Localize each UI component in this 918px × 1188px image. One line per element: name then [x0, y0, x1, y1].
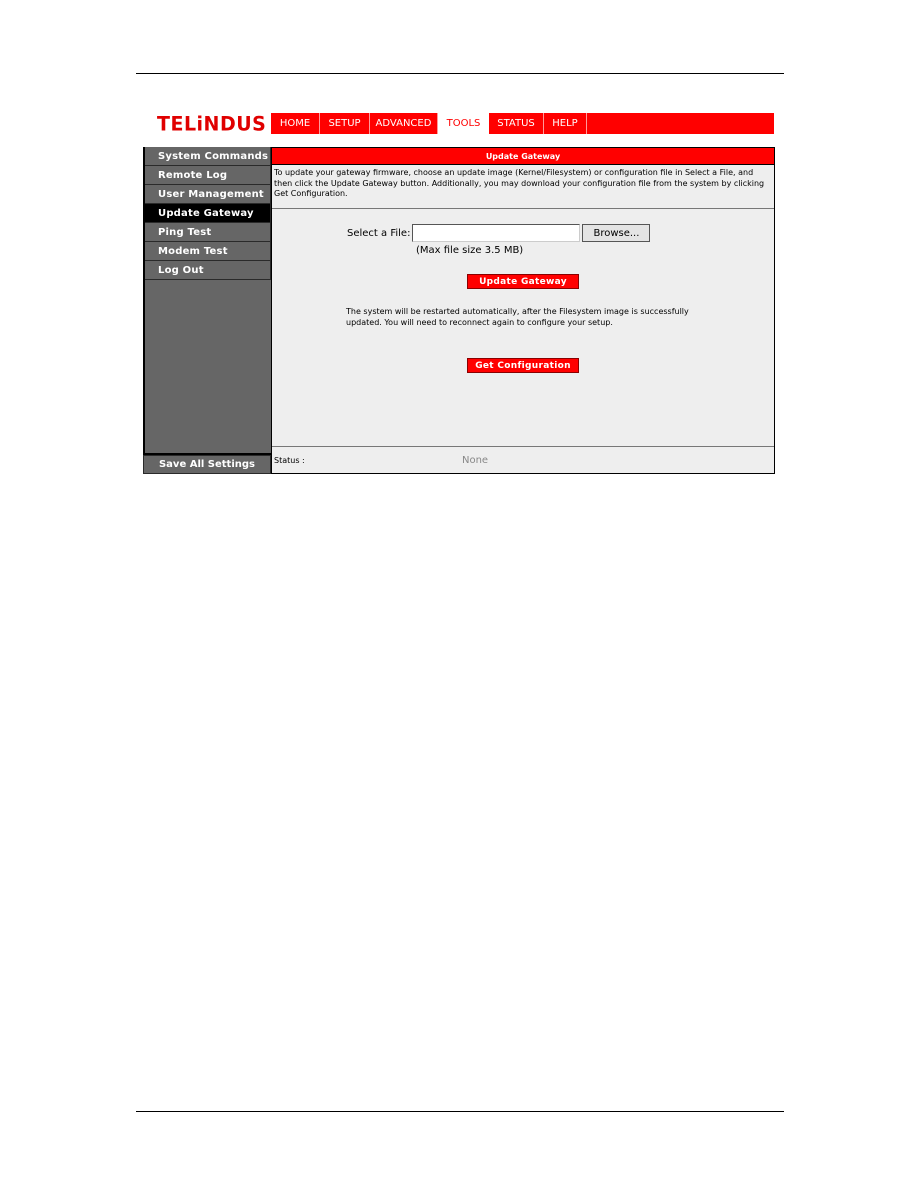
save-all-settings-button[interactable]: Save All Settings: [143, 455, 271, 474]
update-gateway-panel: Update Gateway To update your gateway fi…: [271, 147, 775, 474]
tab-setup[interactable]: SETUP: [320, 113, 370, 134]
sidebar-item-log-out[interactable]: Log Out: [145, 261, 271, 280]
sidebar-item-system-commands[interactable]: System Commands: [145, 147, 271, 166]
status-label: Status :: [274, 455, 305, 465]
sidebar-item-ping-test[interactable]: Ping Test: [145, 223, 271, 242]
page-bottom-rule: [136, 1111, 784, 1112]
tab-home[interactable]: HOME: [271, 113, 320, 134]
select-file-label: Select a File:: [347, 227, 411, 239]
sidebar-item-update-gateway[interactable]: Update Gateway: [145, 204, 271, 223]
tab-help[interactable]: HELP: [544, 113, 587, 134]
panel-title: Update Gateway: [272, 148, 774, 165]
max-file-size-note: (Max file size 3.5 MB): [416, 245, 524, 256]
tab-status[interactable]: STATUS: [489, 113, 544, 134]
telindus-logo: TELiNDUS: [157, 112, 267, 136]
restart-note: The system will be restarted automatical…: [346, 307, 689, 327]
sidebar: System Commands Remote Log User Manageme…: [143, 147, 271, 455]
sidebar-item-remote-log[interactable]: Remote Log: [145, 166, 271, 185]
status-bar: Status : None: [272, 446, 774, 473]
update-gateway-button[interactable]: Update Gateway: [467, 274, 579, 289]
file-path-input[interactable]: [412, 224, 581, 242]
status-value: None: [462, 454, 489, 466]
get-configuration-button[interactable]: Get Configuration: [467, 358, 579, 373]
sidebar-item-user-management[interactable]: User Management: [145, 185, 271, 204]
tab-advanced[interactable]: ADVANCED: [370, 113, 438, 134]
browse-button[interactable]: Browse...: [582, 224, 651, 242]
sidebar-item-modem-test[interactable]: Modem Test: [145, 242, 271, 261]
page-top-rule: [136, 73, 784, 74]
file-select-row: Select a File: Browse...: [347, 224, 651, 242]
panel-description: To update your gateway firmware, choose …: [272, 165, 774, 209]
top-navigation: HOME SETUP ADVANCED TOOLS STATUS HELP: [271, 113, 774, 134]
tab-tools[interactable]: TOOLS: [438, 113, 489, 134]
